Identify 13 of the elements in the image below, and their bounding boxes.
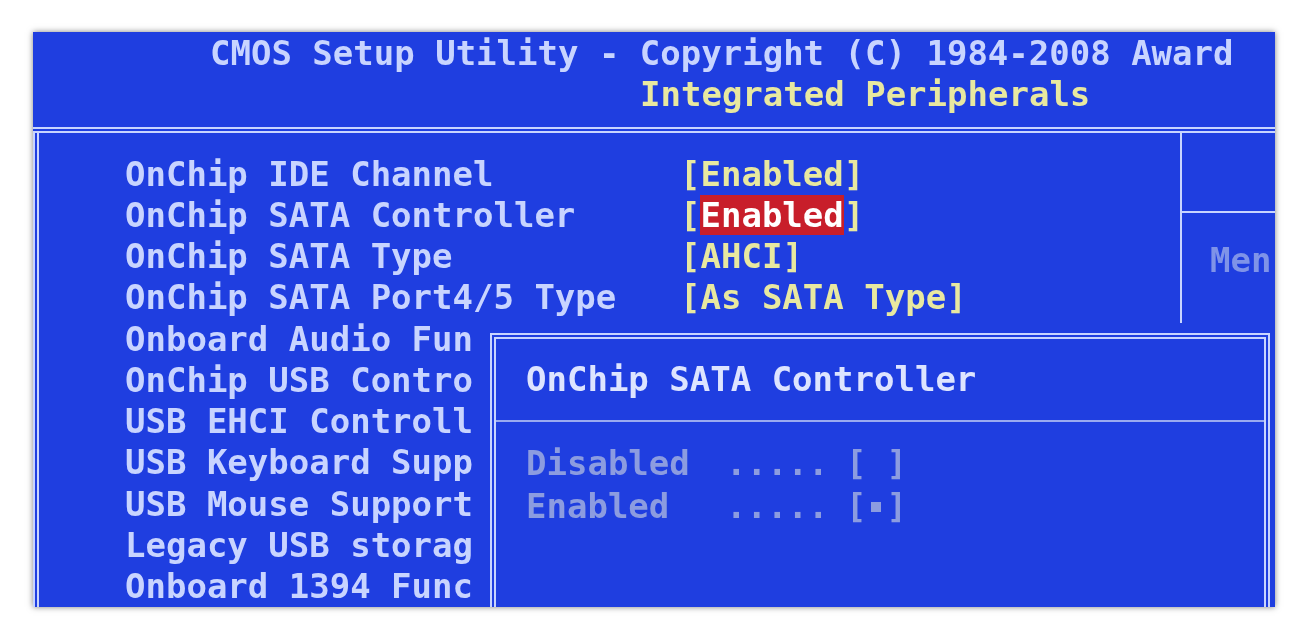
- window-title: CMOS Setup Utility - Copyright (C) 1984-2008 Award: [210, 32, 1235, 74]
- page-title: Integrated Peripherals: [640, 74, 1092, 114]
- option-item[interactable]: Enabled ..... [ ]: [526, 485, 1264, 528]
- option-item[interactable]: Disabled ..... [ ]: [526, 442, 1264, 485]
- setting-label[interactable]: OnChip SATA Controller: [125, 194, 680, 235]
- setting-value[interactable]: [As SATA Type]: [680, 277, 967, 318]
- setting-value[interactable]: [Enabled]: [680, 153, 865, 194]
- setting-label[interactable]: OnChip SATA Type: [125, 236, 680, 277]
- setting-label[interactable]: OnChip IDE Channel: [125, 153, 680, 194]
- setting-value[interactable]: [AHCI]: [680, 236, 803, 277]
- dialog-title: OnChip SATA Controller: [526, 358, 977, 401]
- help-text: Men: [1209, 239, 1273, 282]
- setting-label[interactable]: OnChip SATA Port4/5 Type: [125, 277, 680, 318]
